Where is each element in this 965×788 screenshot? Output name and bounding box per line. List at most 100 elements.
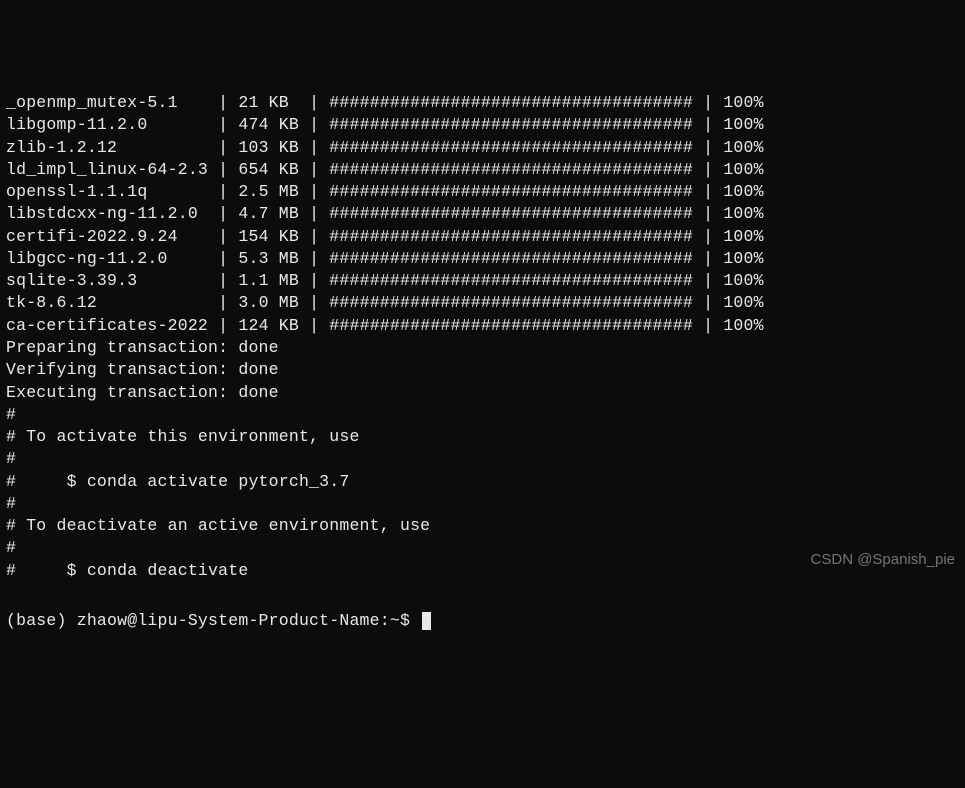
instruction-line: # $ conda activate pytorch_3.7 <box>6 471 959 493</box>
cursor-icon <box>422 612 431 630</box>
package-size: 2.5 MB <box>238 182 299 201</box>
download-row: tk-8.6.12 | 3.0 MB | ###################… <box>6 292 959 314</box>
percent: 100% <box>723 249 763 268</box>
percent: 100% <box>723 182 763 201</box>
separator: | <box>299 204 329 223</box>
separator: | <box>208 249 238 268</box>
transaction-status: Executing transaction: done <box>6 382 959 404</box>
instruction-line: # <box>6 404 959 426</box>
package-name: _openmp_mutex-5.1 <box>6 93 208 112</box>
progress-bar: #################################### <box>329 316 693 335</box>
package-name: libgcc-ng-11.2.0 <box>6 249 208 268</box>
package-size: 474 KB <box>238 115 299 134</box>
separator: | <box>693 93 723 112</box>
instruction-line <box>6 582 959 604</box>
separator: | <box>299 227 329 246</box>
download-row: libstdcxx-ng-11.2.0 | 4.7 MB | #########… <box>6 203 959 225</box>
separator: | <box>693 115 723 134</box>
download-row: zlib-1.2.12 | 103 KB | #################… <box>6 137 959 159</box>
progress-bar: #################################### <box>329 227 693 246</box>
shell-prompt: (base) zhaow@lipu-System-Product-Name:~$ <box>6 611 420 630</box>
package-size: 21 KB <box>238 93 299 112</box>
progress-bar: #################################### <box>329 93 693 112</box>
percent: 100% <box>723 160 763 179</box>
progress-bar: #################################### <box>329 160 693 179</box>
package-name: sqlite-3.39.3 <box>6 271 208 290</box>
percent: 100% <box>723 271 763 290</box>
transaction-status: Verifying transaction: done <box>6 359 959 381</box>
package-size: 154 KB <box>238 227 299 246</box>
package-name: openssl-1.1.1q <box>6 182 208 201</box>
percent: 100% <box>723 227 763 246</box>
separator: | <box>208 138 238 157</box>
download-row: openssl-1.1.1q | 2.5 MB | ##############… <box>6 181 959 203</box>
download-row: ld_impl_linux-64-2.3 | 654 KB | ########… <box>6 159 959 181</box>
separator: | <box>208 316 238 335</box>
separator: | <box>299 271 329 290</box>
transaction-status: Preparing transaction: done <box>6 337 959 359</box>
download-row: ca-certificates-2022 | 124 KB | ########… <box>6 315 959 337</box>
separator: | <box>693 160 723 179</box>
percent: 100% <box>723 138 763 157</box>
package-size: 103 KB <box>238 138 299 157</box>
package-size: 4.7 MB <box>238 204 299 223</box>
separator: | <box>693 271 723 290</box>
progress-bar: #################################### <box>329 138 693 157</box>
package-name: ld_impl_linux-64-2.3 <box>6 160 208 179</box>
download-row: libgcc-ng-11.2.0 | 5.3 MB | ############… <box>6 248 959 270</box>
separator: | <box>693 227 723 246</box>
package-size: 1.1 MB <box>238 271 299 290</box>
separator: | <box>693 204 723 223</box>
separator: | <box>299 160 329 179</box>
percent: 100% <box>723 115 763 134</box>
package-size: 124 KB <box>238 316 299 335</box>
instruction-line: # <box>6 448 959 470</box>
prompt-line[interactable]: (base) zhaow@lipu-System-Product-Name:~$ <box>6 610 959 632</box>
progress-bar: #################################### <box>329 115 693 134</box>
separator: | <box>208 115 238 134</box>
separator: | <box>208 293 238 312</box>
download-row: certifi-2022.9.24 | 154 KB | ###########… <box>6 226 959 248</box>
separator: | <box>208 160 238 179</box>
package-name: tk-8.6.12 <box>6 293 208 312</box>
separator: | <box>693 138 723 157</box>
separator: | <box>693 293 723 312</box>
separator: | <box>693 316 723 335</box>
separator: | <box>208 93 238 112</box>
package-size: 5.3 MB <box>238 249 299 268</box>
package-size: 3.0 MB <box>238 293 299 312</box>
package-name: libstdcxx-ng-11.2.0 <box>6 204 208 223</box>
package-size: 654 KB <box>238 160 299 179</box>
progress-bar: #################################### <box>329 182 693 201</box>
progress-bar: #################################### <box>329 293 693 312</box>
download-row: sqlite-3.39.3 | 1.1 MB | ###############… <box>6 270 959 292</box>
instruction-line: # <box>6 493 959 515</box>
package-name: certifi-2022.9.24 <box>6 227 208 246</box>
progress-bar: #################################### <box>329 249 693 268</box>
progress-bar: #################################### <box>329 271 693 290</box>
separator: | <box>208 182 238 201</box>
separator: | <box>299 293 329 312</box>
separator: | <box>299 316 329 335</box>
download-row: _openmp_mutex-5.1 | 21 KB | ############… <box>6 92 959 114</box>
instruction-line: # To deactivate an active environment, u… <box>6 515 959 537</box>
watermark: CSDN @Spanish_pie <box>811 550 955 570</box>
percent: 100% <box>723 93 763 112</box>
separator: | <box>208 227 238 246</box>
percent: 100% <box>723 316 763 335</box>
instruction-line: # To activate this environment, use <box>6 426 959 448</box>
separator: | <box>208 204 238 223</box>
separator: | <box>693 182 723 201</box>
download-row: libgomp-11.2.0 | 474 KB | ##############… <box>6 114 959 136</box>
separator: | <box>299 249 329 268</box>
percent: 100% <box>723 204 763 223</box>
separator: | <box>693 249 723 268</box>
package-name: libgomp-11.2.0 <box>6 115 208 134</box>
separator: | <box>299 115 329 134</box>
separator: | <box>299 93 329 112</box>
separator: | <box>299 182 329 201</box>
progress-bar: #################################### <box>329 204 693 223</box>
separator: | <box>299 138 329 157</box>
separator: | <box>208 271 238 290</box>
percent: 100% <box>723 293 763 312</box>
